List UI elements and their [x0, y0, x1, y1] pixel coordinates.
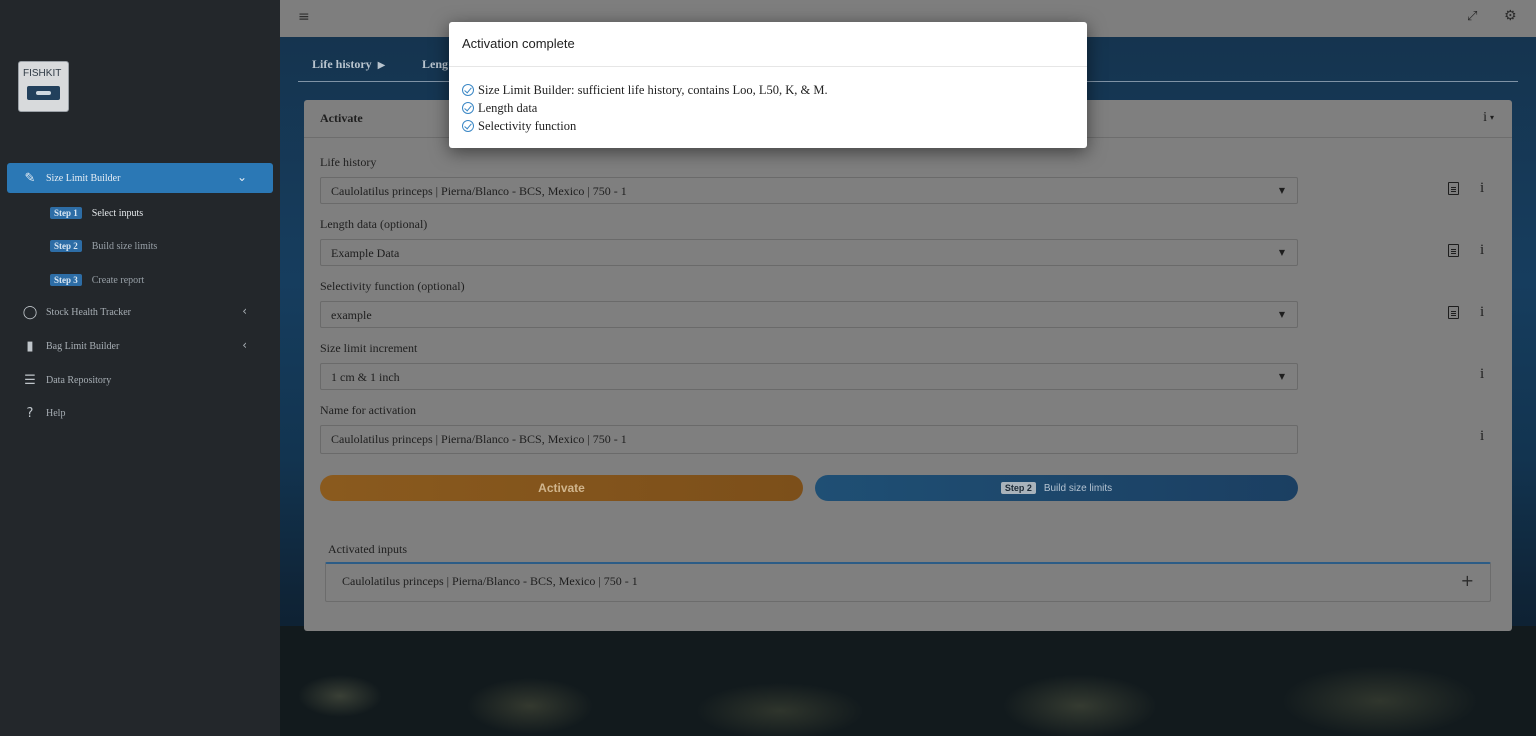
fish-logo-icon — [27, 86, 60, 100]
step-label: Create report — [91, 274, 145, 286]
gear-icon[interactable]: ⚙ — [1504, 8, 1517, 24]
activated-input-name: Caulolatilus princeps | Pierna/Blanco - … — [342, 574, 638, 588]
tab-label: Life history — [312, 57, 372, 71]
tab-life-history[interactable]: Life history ▶ — [312, 57, 385, 72]
sidebar-item-label: Data Repository — [46, 374, 112, 386]
step-label: Select inputs — [91, 207, 144, 219]
check-circle-icon — [462, 102, 474, 114]
modal-title: Activation complete — [449, 22, 1087, 67]
play-icon: ▶ — [377, 60, 386, 71]
select-value: Example Data — [331, 246, 400, 260]
dropdown-arrow-icon: ▼ — [1278, 186, 1285, 195]
sidebar-item-stock-health-tracker[interactable]: ◯ Stock Health Tracker ‹ — [7, 297, 273, 327]
activate-button[interactable]: Activate — [320, 475, 803, 501]
database-icon: ☰ — [24, 372, 36, 388]
document-icon[interactable] — [1448, 244, 1459, 257]
info-icon[interactable]: i — [1480, 242, 1484, 259]
select-value: 1 cm & 1 inch — [331, 370, 400, 384]
dropdown-arrow-icon: ▼ — [1278, 310, 1285, 319]
document-icon[interactable] — [1448, 306, 1459, 319]
info-icon: i — [1483, 110, 1487, 125]
tab-label: Leng — [422, 57, 449, 71]
document-icon[interactable] — [1448, 182, 1459, 195]
logo-text: FISHKIT — [23, 68, 62, 79]
sidebar-item-data-repository[interactable]: ☰ Data Repository — [7, 365, 273, 395]
sidebar-step-2[interactable]: Step 2 Build size limits — [50, 238, 157, 254]
spinner-icon: ◯ — [22, 304, 38, 320]
chevron-down-icon: ⌄ — [236, 170, 247, 184]
expand-icon[interactable]: ⤢ — [1467, 9, 1477, 24]
modal-item-text: Size Limit Builder: sufficient life hist… — [478, 82, 828, 97]
dropdown-arrow-icon: ▼ — [1278, 372, 1285, 381]
sidebar-item-help[interactable]: ? Help — [7, 398, 273, 428]
length-data-label: Length data (optional) — [320, 217, 428, 231]
bar-chart-icon: ▮ — [26, 338, 34, 354]
life-history-label: Life history — [320, 155, 377, 169]
sidebar-item-label: Size Limit Builder — [46, 172, 121, 184]
size-limit-increment-label: Size limit increment — [320, 341, 418, 355]
modal-item-text: Selectivity function — [478, 118, 577, 133]
info-icon[interactable]: i — [1480, 304, 1484, 321]
info-dropdown[interactable]: i ▾ — [1483, 110, 1494, 126]
activation-complete-modal: Activation complete Size Limit Builder: … — [449, 22, 1087, 148]
sidebar-item-label: Help — [46, 407, 66, 419]
step-badge: Step 1 — [50, 207, 82, 219]
chevron-left-icon: ‹ — [242, 338, 247, 352]
select-value: example — [331, 308, 372, 322]
button-label: Build size limits — [1043, 483, 1113, 494]
sidebar-item-label: Bag Limit Builder — [46, 340, 120, 352]
step-label: Build size limits — [91, 240, 158, 252]
modal-item-text: Length data — [478, 100, 538, 115]
sidebar-item-label: Stock Health Tracker — [46, 306, 131, 318]
sidebar-item-size-limit-builder[interactable]: ✎ Size Limit Builder ⌄ — [7, 163, 273, 193]
activation-name-label: Name for activation — [320, 403, 416, 417]
step-badge: Step 3 — [50, 274, 82, 286]
modal-item: Selectivity function — [462, 117, 1074, 135]
dropdown-arrow-icon: ▼ — [1278, 248, 1285, 257]
modal-item: Size Limit Builder: sufficient life hist… — [462, 81, 1074, 99]
chevron-left-icon: ‹ — [242, 304, 247, 318]
modal-item: Length data — [462, 99, 1074, 117]
menu-icon[interactable]: ≡ — [298, 9, 310, 25]
info-icon[interactable]: i — [1480, 180, 1484, 197]
check-circle-icon — [462, 84, 474, 96]
info-icon[interactable]: i — [1480, 428, 1484, 445]
activated-input-item[interactable]: Caulolatilus princeps | Pierna/Blanco - … — [325, 562, 1491, 602]
step-badge: Step 2 — [50, 240, 82, 252]
ruler-icon: ✎ — [24, 170, 36, 186]
length-data-select[interactable]: Example Data ▼ — [320, 239, 1298, 266]
step-badge: Step 2 — [1000, 482, 1036, 494]
sidebar-step-3[interactable]: Step 3 Create report — [50, 272, 144, 288]
info-icon[interactable]: i — [1480, 366, 1484, 383]
selectivity-label: Selectivity function (optional) — [320, 279, 465, 293]
life-history-select[interactable]: Caulolatilus princeps | Pierna/Blanco - … — [320, 177, 1298, 204]
question-icon: ? — [26, 405, 34, 421]
sidebar: FISHKIT ✎ Size Limit Builder ⌄ Step 1 Se… — [0, 0, 280, 736]
size-limit-increment-select[interactable]: 1 cm & 1 inch ▼ — [320, 363, 1298, 390]
tab-length[interactable]: Leng — [422, 57, 448, 72]
build-size-limits-button[interactable]: Step 2 Build size limits — [815, 475, 1298, 501]
activated-inputs-label: Activated inputs — [328, 542, 407, 556]
modal-body: Size Limit Builder: sufficient life hist… — [449, 67, 1087, 149]
input-value: Caulolatilus princeps | Pierna/Blanco - … — [331, 432, 627, 446]
caret-down-icon: ▾ — [1489, 113, 1494, 123]
selectivity-select[interactable]: example ▼ — [320, 301, 1298, 328]
activation-name-input[interactable]: Caulolatilus princeps | Pierna/Blanco - … — [320, 425, 1298, 454]
sidebar-item-bag-limit-builder[interactable]: ▮ Bag Limit Builder ‹ — [7, 331, 273, 361]
check-circle-icon — [462, 120, 474, 132]
sidebar-step-1[interactable]: Step 1 Select inputs — [50, 205, 143, 221]
fishkit-logo[interactable]: FISHKIT — [18, 61, 69, 112]
select-value: Caulolatilus princeps | Pierna/Blanco - … — [331, 184, 627, 198]
expand-plus-icon[interactable]: + — [1461, 571, 1474, 590]
activate-card: Activate i ▾ Life history Caulolatilus pr… — [304, 100, 1512, 631]
card-title: Activate — [320, 111, 363, 125]
reef-background — [280, 626, 1536, 736]
